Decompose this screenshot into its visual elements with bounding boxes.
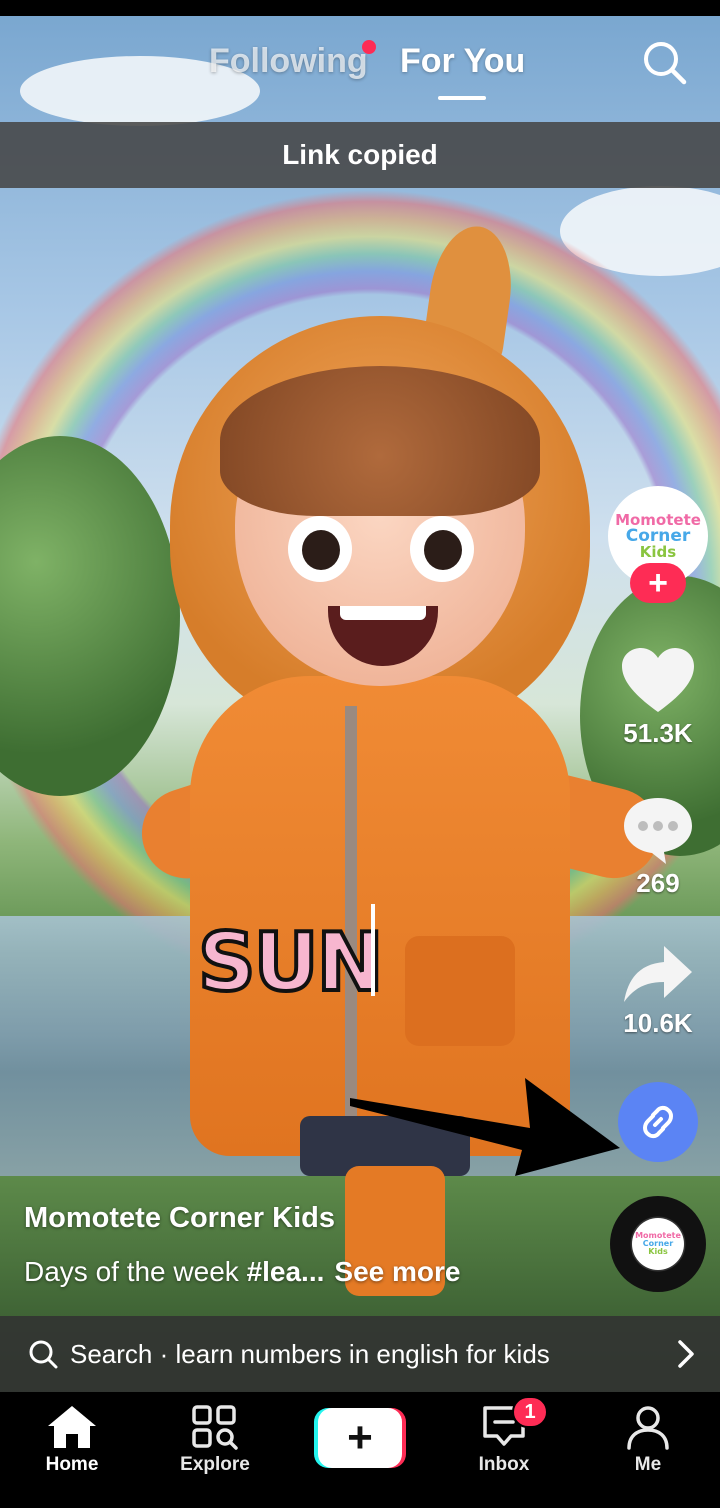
explore-icon — [192, 1405, 238, 1450]
nav-explore[interactable]: Explore — [160, 1404, 270, 1476]
tab-for-you[interactable]: For You — [400, 42, 525, 81]
heart-icon — [622, 648, 694, 712]
music-disc[interactable]: Momotete Corner Kids — [610, 1196, 706, 1292]
comment-button[interactable]: 269 — [608, 794, 708, 899]
music-disc-logo: Momotete Corner Kids — [632, 1218, 684, 1270]
description-text: Days of the week — [24, 1256, 247, 1287]
following-notification-dot — [362, 40, 376, 54]
hashtag[interactable]: #lea... — [247, 1256, 325, 1287]
search-icon — [29, 1340, 58, 1369]
like-button[interactable]: 51.3K — [608, 646, 708, 749]
copy-link-button[interactable] — [618, 1082, 698, 1162]
follow-button[interactable]: + — [630, 563, 686, 603]
profile-icon — [627, 1406, 669, 1450]
nav-inbox-label: Inbox — [478, 1454, 530, 1475]
home-icon — [48, 1406, 96, 1448]
create-button[interactable]: + — [314, 1408, 406, 1468]
share-arrow-icon — [624, 946, 692, 1002]
bottom-nav: Home Explore + Inbox Me — [0, 1392, 720, 1508]
see-more-link[interactable]: See more — [334, 1256, 460, 1287]
search-suggestion-prefix: Search · — [70, 1338, 176, 1369]
inbox-badge: 1 — [512, 1396, 548, 1428]
video-description[interactable]: Days of the week #lea... See more — [24, 1256, 460, 1288]
like-count: 51.3K — [623, 718, 693, 748]
text-caret — [371, 904, 375, 996]
chevron-right-icon — [678, 1340, 694, 1368]
nav-me[interactable]: Me — [593, 1404, 703, 1476]
top-nav: Following For You — [0, 32, 720, 122]
annotation-arrow — [350, 1078, 620, 1176]
nav-explore-label: Explore — [180, 1454, 250, 1475]
plus-icon: + — [318, 1408, 402, 1468]
share-count: 10.6K — [623, 1008, 693, 1038]
active-tab-indicator — [438, 96, 486, 100]
avatar-logo-line: Corner — [625, 525, 691, 546]
avatar-logo-line: Kids — [639, 542, 677, 561]
search-suggestion-query: learn numbers in english for kids — [175, 1338, 550, 1369]
share-button[interactable]: 10.6K — [608, 942, 708, 1039]
nav-home-label: Home — [45, 1454, 99, 1475]
disc-logo-line: Kids — [648, 1247, 668, 1256]
author-name[interactable]: Momotete Corner Kids — [24, 1202, 335, 1235]
search-icon[interactable] — [640, 38, 688, 86]
status-bar — [0, 0, 720, 16]
link-icon — [643, 1105, 673, 1139]
nav-me-label: Me — [634, 1454, 662, 1475]
tab-following[interactable]: Following — [209, 42, 368, 81]
nav-home[interactable]: Home — [17, 1404, 127, 1476]
comment-count: 269 — [636, 868, 680, 898]
link-copied-toast: Link copied — [0, 122, 720, 188]
search-suggestion-bar[interactable]: Search · learn numbers in english for ki… — [0, 1316, 720, 1392]
video-overlay-word: SUN — [196, 914, 386, 1011]
comment-icon — [624, 798, 692, 864]
